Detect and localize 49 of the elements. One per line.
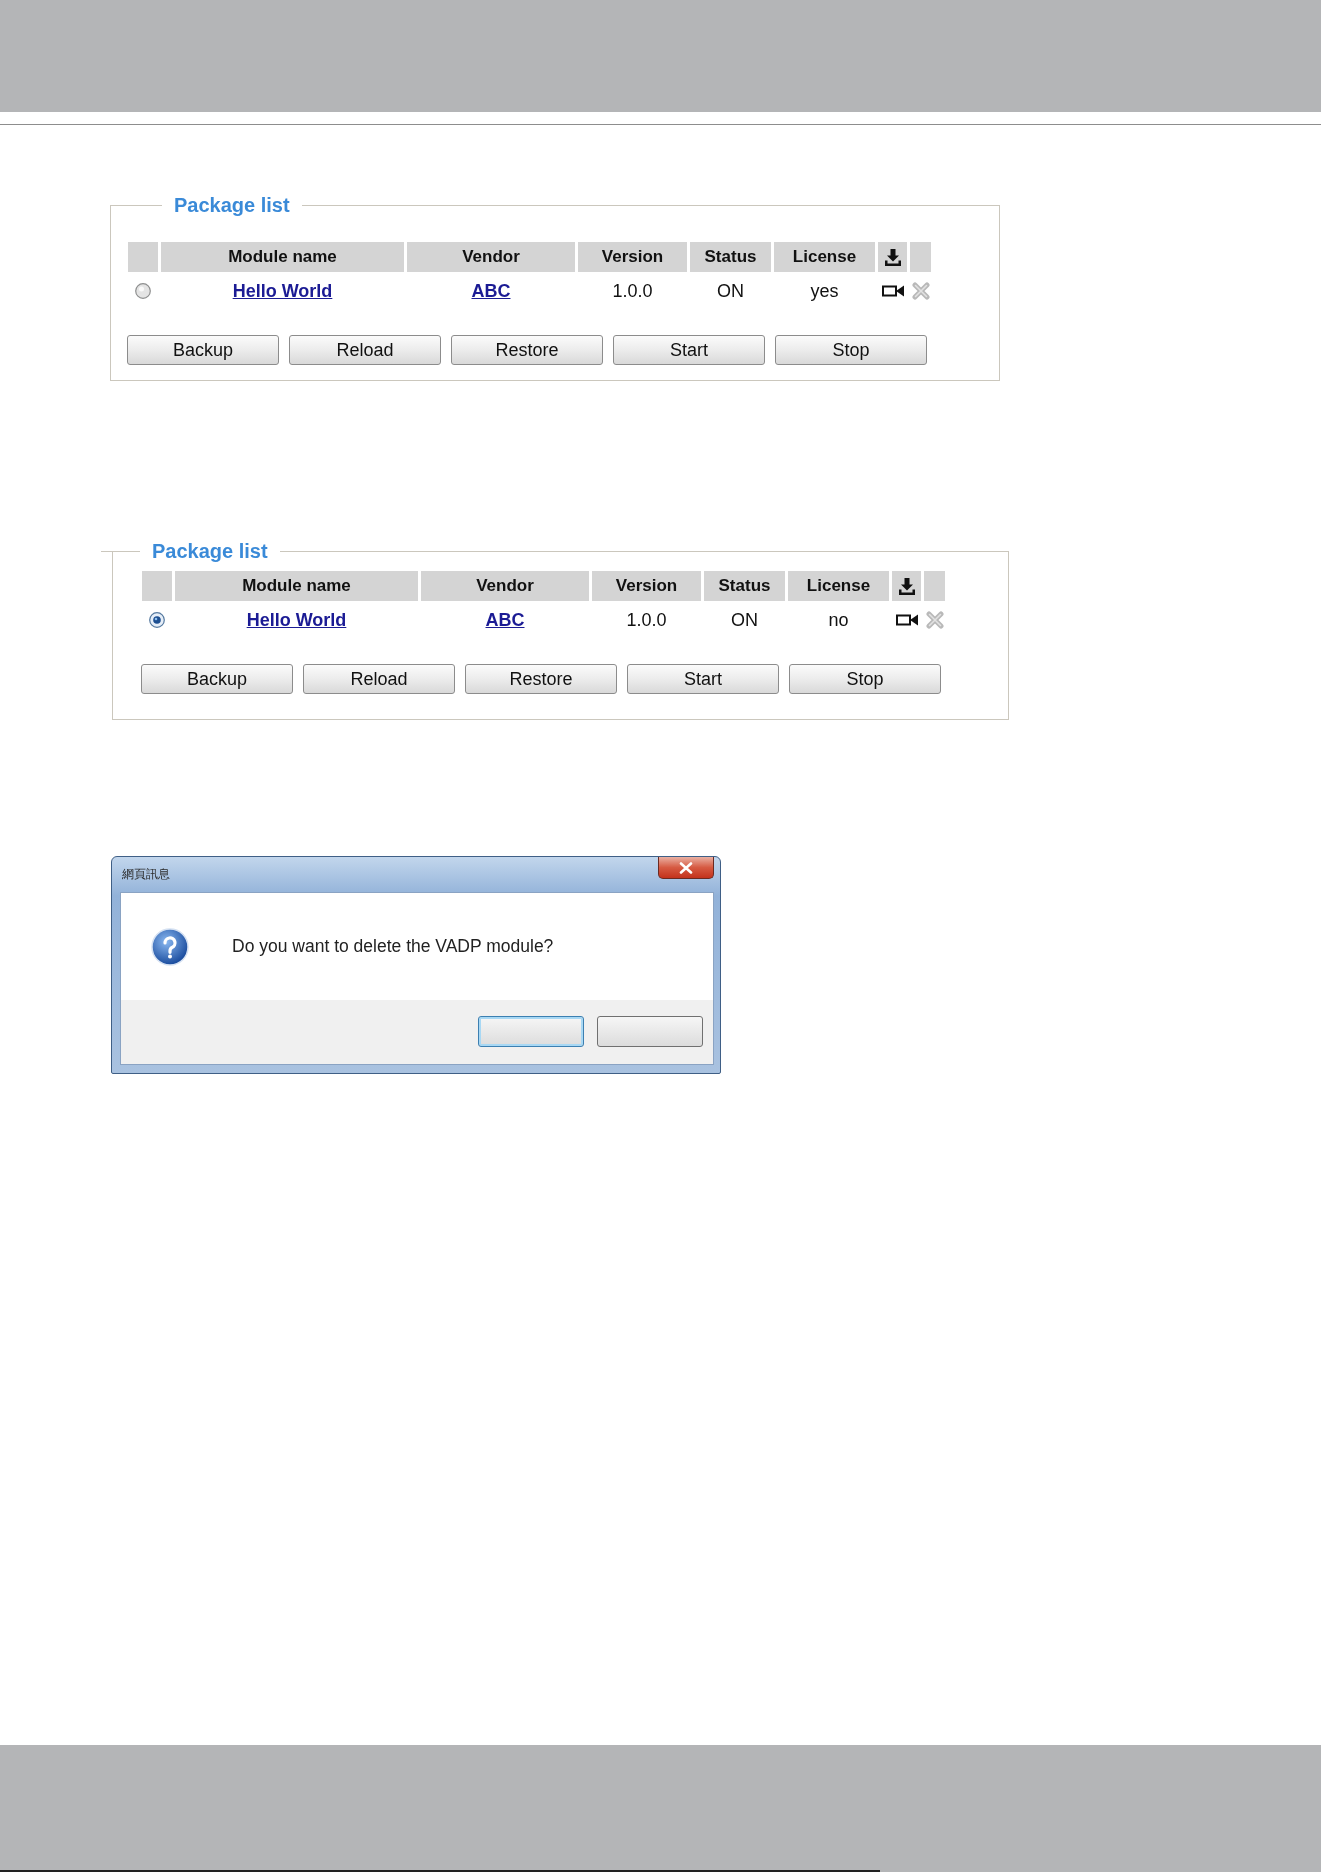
panel-legend: Package list xyxy=(140,540,280,562)
column-header: Vendor xyxy=(421,571,589,601)
header-cell xyxy=(128,242,158,272)
action-button[interactable]: Stop xyxy=(775,335,927,365)
action-button[interactable]: Stop xyxy=(789,664,941,694)
status-text: ON xyxy=(717,280,744,302)
module-name-link[interactable]: Hello World xyxy=(246,609,347,631)
video-camera-icon[interactable] xyxy=(895,614,918,626)
action-button[interactable]: Reload xyxy=(289,335,441,365)
dialog-button[interactable] xyxy=(478,1016,584,1047)
column-header: Module name xyxy=(175,571,418,601)
column-header: Vendor xyxy=(407,242,575,272)
license-text: yes xyxy=(810,280,839,302)
license-text: no xyxy=(828,609,849,631)
status-text: ON xyxy=(731,609,758,631)
column-header: Version xyxy=(592,571,701,601)
action-button[interactable]: Start xyxy=(613,335,765,365)
version-text: 1.0.0 xyxy=(612,280,653,302)
column-header: Status xyxy=(690,242,771,272)
download-icon xyxy=(884,248,901,266)
video-camera-icon[interactable] xyxy=(881,285,904,297)
column-header: License xyxy=(774,242,875,272)
action-button[interactable]: Restore xyxy=(451,335,603,365)
action-button[interactable]: Backup xyxy=(141,664,293,694)
header-cell xyxy=(142,571,172,601)
vendor-link[interactable]: ABC xyxy=(471,280,511,302)
header-cell xyxy=(910,242,931,272)
dialog-message: Do you want to delete the VADP module? xyxy=(232,936,554,957)
column-header: License xyxy=(788,571,889,601)
column-header: Module name xyxy=(161,242,404,272)
question-icon xyxy=(151,927,189,966)
vendor-link[interactable]: ABC xyxy=(485,609,525,631)
dialog-title: 網頁訊息 xyxy=(122,867,170,881)
action-button[interactable]: Restore xyxy=(465,664,617,694)
action-button[interactable]: Backup xyxy=(127,335,279,365)
download-icon xyxy=(898,577,915,595)
radio-button[interactable] xyxy=(149,612,165,628)
radio-button[interactable] xyxy=(135,283,151,299)
header-cell xyxy=(924,571,945,601)
version-text: 1.0.0 xyxy=(626,609,667,631)
action-button[interactable]: Reload xyxy=(303,664,455,694)
module-name-link[interactable]: Hello World xyxy=(232,280,333,302)
column-header: Status xyxy=(704,571,785,601)
column-header: Version xyxy=(578,242,687,272)
close-icon xyxy=(679,861,693,874)
action-button[interactable]: Start xyxy=(627,664,779,694)
close-button[interactable] xyxy=(658,857,714,879)
panel-legend: Package list xyxy=(162,194,302,216)
dialog-button[interactable] xyxy=(597,1016,703,1047)
